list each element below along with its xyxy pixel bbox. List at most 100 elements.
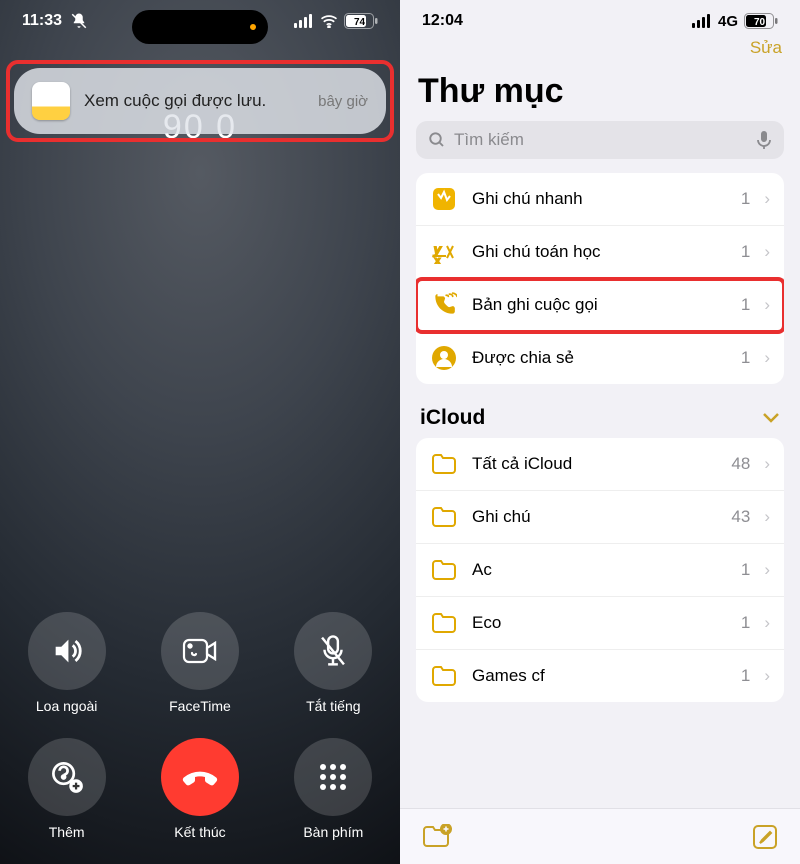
mute-icon: [318, 634, 348, 668]
folder-count: 43: [731, 507, 750, 527]
notification-message: Xem cuộc gọi được lưu.: [84, 91, 304, 111]
status-time: 11:33: [22, 12, 62, 30]
folder-count: 48: [731, 454, 750, 474]
folder-notes[interactable]: Ghi chú 43 ›: [416, 491, 784, 544]
facetime-button[interactable]: FaceTime: [161, 612, 239, 714]
folder-icon: [430, 662, 458, 690]
icloud-section-header[interactable]: iCloud: [400, 384, 800, 438]
chevron-right-icon: ›: [764, 507, 770, 527]
dynamic-island: [132, 10, 268, 44]
folder-count: 1: [741, 666, 750, 686]
edit-button[interactable]: Sửa: [400, 30, 800, 66]
facetime-icon: [182, 636, 218, 666]
status-time: 12:04: [422, 12, 463, 30]
chevron-right-icon: ›: [764, 348, 770, 368]
folder-call-recordings[interactable]: Bản ghi cuộc gọi 1 ›: [416, 279, 784, 332]
chevron-down-icon: [762, 412, 780, 424]
mute-button[interactable]: Tắt tiếng: [294, 612, 372, 714]
notification-time: bây giờ: [318, 93, 368, 110]
new-folder-button[interactable]: [422, 824, 452, 850]
svg-text:74: 74: [354, 17, 366, 28]
bottom-toolbar: [400, 808, 800, 864]
signal-icon: [692, 14, 712, 28]
more-icon: [50, 760, 84, 794]
notes-notification[interactable]: Xem cuộc gọi được lưu. bây giờ: [14, 68, 386, 134]
search-field[interactable]: Tìm kiếm: [416, 121, 784, 159]
network-label: 4G: [718, 13, 738, 30]
folder-count: 1: [741, 613, 750, 633]
folder-name: Ghi chú nhanh: [472, 189, 727, 209]
more-label: Thêm: [49, 824, 85, 840]
svg-text:70: 70: [754, 17, 766, 28]
bell-slash-icon: [70, 12, 88, 30]
quick-note-icon: [430, 185, 458, 213]
folder-icon: [430, 609, 458, 637]
notes-folders-screen: 12:04 4G 70 Sửa Thư mục Tìm kiếm Ghi chú…: [400, 0, 800, 864]
chevron-right-icon: ›: [764, 454, 770, 474]
folder-math-notes[interactable]: yx Ghi chú toán học 1 ›: [416, 226, 784, 279]
folder-shared[interactable]: Được chia sẻ 1 ›: [416, 332, 784, 384]
speaker-button[interactable]: Loa ngoài: [28, 612, 106, 714]
math-icon: yx: [430, 238, 458, 266]
folder-games[interactable]: Games cf 1 ›: [416, 650, 784, 702]
folder-name: Eco: [472, 613, 727, 633]
svg-text:y: y: [433, 242, 442, 257]
folder-name: Ghi chú toán học: [472, 242, 727, 262]
wifi-icon: [320, 14, 338, 28]
chevron-right-icon: ›: [764, 613, 770, 633]
folder-name: Ac: [472, 560, 727, 580]
page-title: Thư mục: [400, 66, 800, 121]
end-call-icon: [180, 757, 220, 797]
folder-icon: [430, 503, 458, 531]
more-button[interactable]: Thêm: [28, 738, 106, 840]
chevron-right-icon: ›: [764, 560, 770, 580]
folder-eco[interactable]: Eco 1 ›: [416, 597, 784, 650]
folder-name: Bản ghi cuộc gọi: [472, 295, 727, 315]
recording-dot-icon: [250, 24, 256, 30]
section-title: iCloud: [420, 406, 485, 430]
keypad-label: Bàn phím: [303, 824, 363, 840]
search-placeholder: Tìm kiếm: [454, 130, 524, 150]
keypad-button[interactable]: Bàn phím: [294, 738, 372, 840]
folder-count: 1: [741, 189, 750, 209]
status-bar-right: 12:04 4G 70: [400, 0, 800, 30]
folder-count: 1: [741, 348, 750, 368]
call-record-icon: [430, 291, 458, 319]
signal-icon: [294, 14, 314, 28]
svg-text:x: x: [435, 256, 440, 264]
speaker-icon: [50, 634, 84, 668]
notes-app-icon: [32, 82, 70, 120]
folder-ac[interactable]: Ac 1 ›: [416, 544, 784, 597]
folder-icon: [430, 450, 458, 478]
speaker-label: Loa ngoài: [36, 698, 98, 714]
mic-icon[interactable]: [756, 130, 772, 150]
folder-count: 1: [741, 242, 750, 262]
call-screen: 11:33 74 Xem cuộc gọi được lưu. bây giờ …: [0, 0, 400, 864]
mute-label: Tắt tiếng: [306, 698, 360, 714]
folder-all-icloud[interactable]: Tất cả iCloud 48 ›: [416, 438, 784, 491]
new-note-button[interactable]: [752, 824, 778, 850]
quick-folders-list: Ghi chú nhanh 1 › yx Ghi chú toán học 1 …: [416, 173, 784, 384]
folder-name: Được chia sẻ: [472, 348, 727, 368]
chevron-right-icon: ›: [764, 666, 770, 686]
folder-quick-notes[interactable]: Ghi chú nhanh 1 ›: [416, 173, 784, 226]
shared-icon: [430, 344, 458, 372]
chevron-right-icon: ›: [764, 295, 770, 315]
battery-icon: 70: [744, 13, 778, 29]
folder-count: 1: [741, 560, 750, 580]
keypad-icon: [318, 762, 348, 792]
search-icon: [428, 131, 446, 149]
facetime-label: FaceTime: [169, 698, 231, 714]
folder-name: Tất cả iCloud: [472, 454, 717, 474]
end-label: Kết thúc: [174, 824, 225, 840]
chevron-right-icon: ›: [764, 189, 770, 209]
folder-name: Ghi chú: [472, 507, 717, 527]
battery-icon: 74: [344, 13, 378, 29]
end-call-button[interactable]: Kết thúc: [161, 738, 239, 840]
folder-name: Games cf: [472, 666, 727, 686]
icloud-folders-list: Tất cả iCloud 48 › Ghi chú 43 › Ac 1 › E…: [416, 438, 784, 702]
folder-count: 1: [741, 295, 750, 315]
chevron-right-icon: ›: [764, 242, 770, 262]
folder-icon: [430, 556, 458, 584]
highlight-notification: Xem cuộc gọi được lưu. bây giờ: [6, 60, 394, 142]
